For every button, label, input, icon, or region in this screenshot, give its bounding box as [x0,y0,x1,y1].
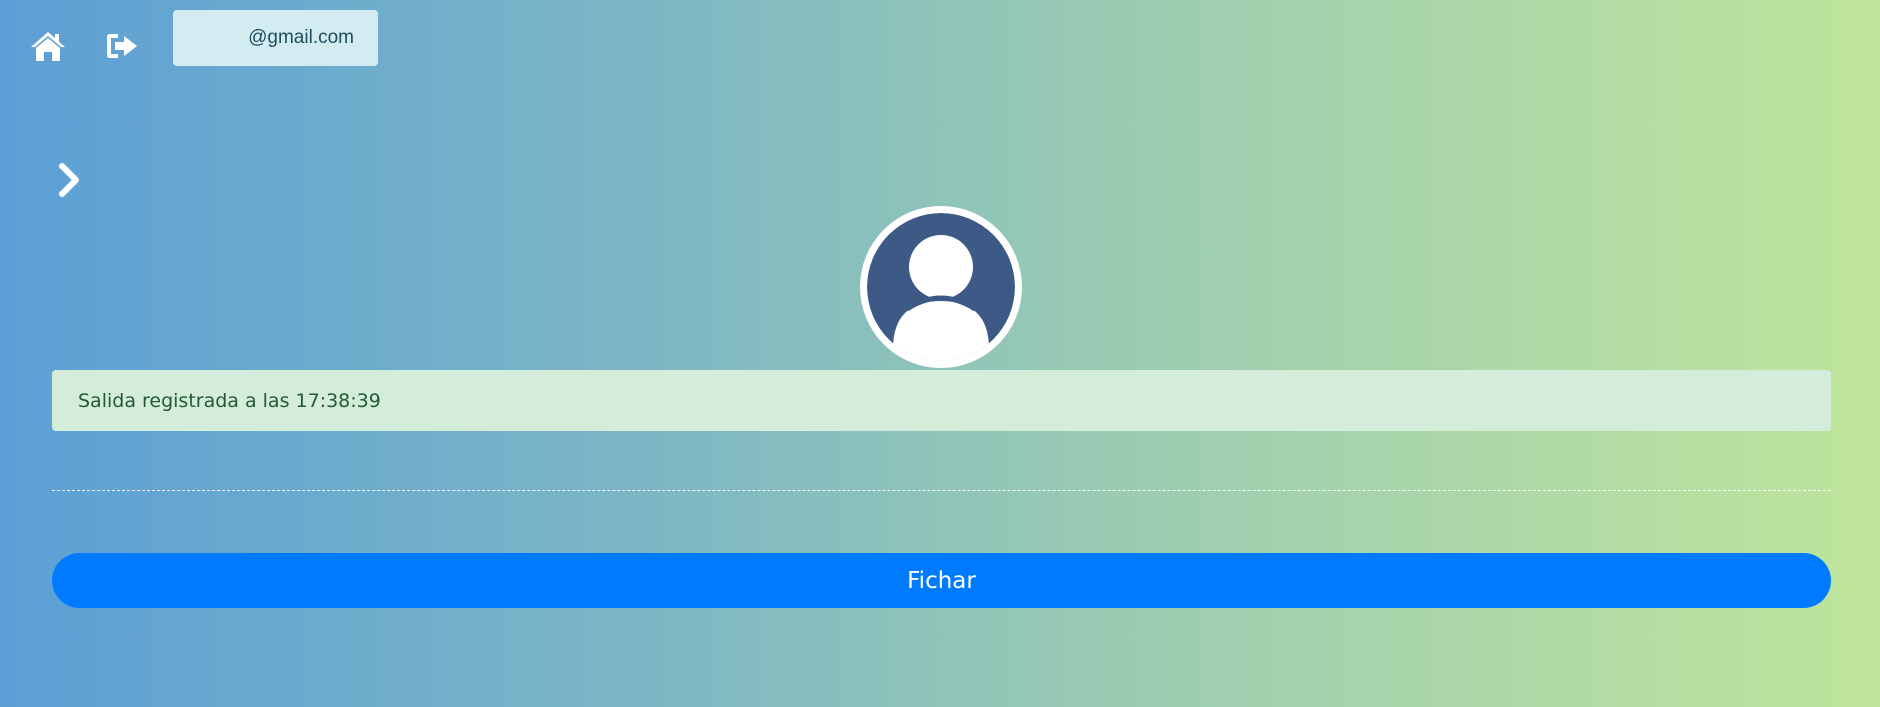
sign-out-icon[interactable] [104,30,140,62]
user-avatar-icon [867,213,1015,361]
avatar [860,206,1022,368]
top-navbar: @gmail.com [0,0,1880,90]
divider [52,490,1831,491]
user-email-badge: @gmail.com [173,10,378,66]
home-icon[interactable] [28,28,68,64]
clock-in-button[interactable]: Fichar [52,553,1831,608]
chevron-right-icon[interactable] [54,160,86,200]
status-alert: Salida registrada a las 17:38:39 [52,370,1831,431]
